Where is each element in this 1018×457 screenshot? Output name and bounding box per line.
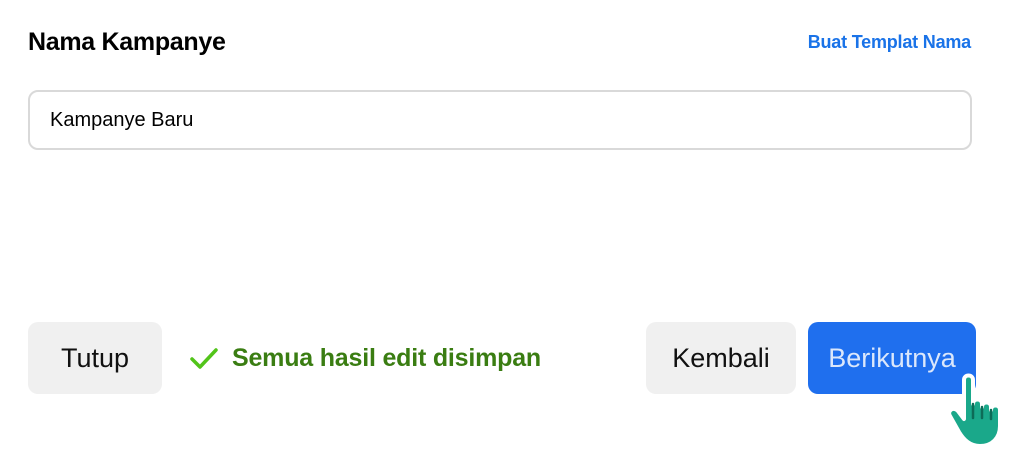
page-title: Nama Kampanye [28, 28, 226, 56]
hand-pointer-cursor-icon [942, 370, 1018, 452]
back-button[interactable]: Kembali [646, 322, 796, 394]
create-name-template-link[interactable]: Buat Templat Nama [808, 32, 972, 53]
check-icon [188, 342, 220, 374]
campaign-name-input[interactable] [28, 90, 972, 150]
save-status-text: Semua hasil edit disimpan [232, 343, 541, 372]
save-status: Semua hasil edit disimpan [188, 340, 541, 376]
close-button[interactable]: Tutup [28, 322, 162, 394]
